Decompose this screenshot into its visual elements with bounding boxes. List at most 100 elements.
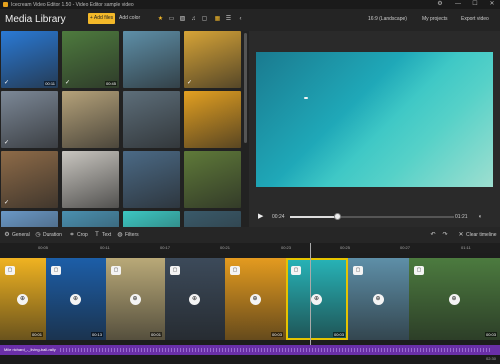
media-thumbnail[interactable] <box>62 151 119 208</box>
clip-menu-icon[interactable]: ▢ <box>414 266 424 275</box>
title-bar: Icecream Video Editor 1.50 - Video Edito… <box>0 0 500 9</box>
minimize-button[interactable]: — <box>451 0 465 9</box>
clip-menu-icon[interactable]: ▢ <box>353 266 363 275</box>
aspect-ratio-button[interactable]: 16:9 (Landscape) <box>368 14 407 25</box>
settings-icon[interactable]: ⚙ <box>433 0 447 9</box>
timeline-clip[interactable]: ▢ ⊕ <box>165 258 225 340</box>
transition-icon[interactable]: ⊕ <box>372 294 384 305</box>
general-icon: ⚙ <box>4 232 10 238</box>
duration-button[interactable]: ◷ Duration <box>35 230 62 240</box>
transition-icon[interactable]: ⊕ <box>189 294 200 305</box>
clip-menu-icon[interactable]: ▢ <box>170 266 180 275</box>
play-icon[interactable]: ▶ <box>258 212 263 222</box>
collapse-icon[interactable]: ‹ <box>236 15 245 23</box>
clip-menu-icon[interactable]: ▢ <box>5 266 15 275</box>
redo-button[interactable]: ↷ <box>442 230 450 240</box>
text-icon: T <box>95 232 99 238</box>
media-thumbnail[interactable]: ✓ 00:45 <box>62 31 119 88</box>
add-files-button[interactable]: + Add files <box>88 13 115 24</box>
video-icon[interactable]: ▭ <box>167 15 176 23</box>
transition-icon[interactable]: ⊕ <box>17 294 28 305</box>
my-projects-button[interactable]: My projects <box>422 14 448 25</box>
crop-button[interactable]: ⌗ Crop <box>69 230 88 240</box>
transition-icon[interactable]: ⊕ <box>70 294 81 305</box>
grid-icon[interactable]: ▦ <box>213 15 222 23</box>
media-thumbnail[interactable] <box>123 31 180 88</box>
maximize-button[interactable]: ☐ <box>468 0 482 9</box>
duration-label: Duration <box>43 232 62 238</box>
undo-button[interactable]: ↶ <box>430 230 438 240</box>
export-video-button[interactable]: Export video <box>461 14 489 25</box>
check-icon: ✓ <box>187 80 193 86</box>
media-thumbnail[interactable]: ✓ <box>1 151 58 208</box>
general-label: General <box>12 232 30 238</box>
library-title: Media Library <box>5 14 66 25</box>
media-thumbnail[interactable] <box>123 151 180 208</box>
timeline-ruler[interactable]: 00:05 00:11 00:17 00:21 00:23 00:25 00:2… <box>0 243 500 253</box>
image-icon[interactable]: ▨ <box>178 15 187 23</box>
media-thumbnail[interactable] <box>184 211 241 227</box>
clip-menu-icon[interactable]: ▢ <box>51 266 61 275</box>
video-preview[interactable] <box>256 52 493 187</box>
header-bar: Media Library + Add files Add color ★ ▭ … <box>0 9 500 31</box>
seek-handle[interactable] <box>334 213 341 220</box>
status-bar: 02:30 <box>0 355 500 364</box>
close-button[interactable]: ✕ <box>485 0 499 9</box>
media-thumbnail[interactable] <box>62 91 119 148</box>
clip-menu-icon[interactable]: ▢ <box>291 266 301 275</box>
audio-label: Mile richard_-_living-ball-rally <box>4 347 56 352</box>
playhead[interactable] <box>310 243 311 345</box>
media-thumbnail[interactable]: ✓ 00:11 <box>1 31 58 88</box>
ruler-tick: 00:25 <box>340 245 351 250</box>
media-thumbnail[interactable] <box>123 91 180 148</box>
media-grid: ✓ 00:11 ✓ 00:45 ✓ ✓ ✓ <box>1 31 243 227</box>
ruler-tick: 00:11 <box>100 245 110 250</box>
music-icon[interactable]: ♫ <box>189 15 198 23</box>
transition-icon[interactable]: ⊕ <box>448 294 460 305</box>
volume-icon[interactable]: ◖ <box>478 212 482 222</box>
ruler-tick: 00:23 <box>281 245 292 250</box>
audio-waveform <box>60 348 490 352</box>
timeline-clip[interactable]: ▢ ⊕ 00:03 <box>286 258 348 340</box>
filters-button[interactable]: ◍ Filters <box>117 230 139 240</box>
transition-icon[interactable]: ⊕ <box>249 294 261 305</box>
list-icon[interactable]: ☰ <box>224 15 233 23</box>
media-thumbnail[interactable]: ✓ <box>184 31 241 88</box>
audio-track[interactable]: Mile richard_-_living-ball-rally <box>0 345 500 355</box>
text-button[interactable]: T Text <box>94 230 111 240</box>
media-thumbnail[interactable] <box>62 211 119 227</box>
general-button[interactable]: ⚙ General <box>4 230 30 240</box>
media-thumbnail[interactable] <box>184 151 241 208</box>
timeline-clip[interactable]: ▢ ⊕ 00:01 <box>0 258 46 340</box>
ruler-tick: 00:17 <box>160 245 171 250</box>
add-color-button[interactable]: Add color <box>119 13 140 24</box>
video-timeline: ▢ ⊕ 00:01 ▢ ⊕ 00:13 ▢ ⊕ 00:01 ▢ ⊕ ▢ ⊕ 00:03 ▢ ⊕ 00:03 ▢ ⊕ ▢… <box>0 253 500 345</box>
timeline-clip[interactable]: ▢ ⊕ 00:03 <box>225 258 286 340</box>
ruler-tick: 00:27 <box>400 245 411 250</box>
star-icon[interactable]: ★ <box>156 15 165 23</box>
transition-icon[interactable]: ⊕ <box>129 294 141 305</box>
folder-icon[interactable]: ▢ <box>200 15 209 23</box>
filters-label: Filters <box>125 232 139 238</box>
media-thumbnail[interactable]: ✓ <box>1 91 58 148</box>
app-logo-icon <box>3 2 8 7</box>
timeline-clip[interactable]: ▢ ⊕ 00:01 <box>106 258 165 340</box>
media-thumbnail[interactable] <box>123 211 180 227</box>
clip-menu-icon[interactable]: ▢ <box>230 266 240 275</box>
seek-bar[interactable] <box>290 213 454 220</box>
ruler-tick: 00:21 <box>220 245 231 250</box>
media-thumbnail[interactable] <box>184 91 241 148</box>
transition-icon[interactable]: ⊕ <box>311 294 322 305</box>
media-thumbnail[interactable] <box>1 211 58 227</box>
seek-fill <box>290 216 338 218</box>
clip-duration: 00:01 <box>149 332 162 337</box>
clip-duration: 00:01 <box>30 332 43 337</box>
clear-timeline-button[interactable]: ✕ Clear timeline <box>458 230 497 240</box>
timeline-clip[interactable]: ▢ ⊕ <box>348 258 409 340</box>
clip-menu-icon[interactable]: ▢ <box>111 266 121 275</box>
timeline-clip[interactable]: ▢ ⊕ 00:03 <box>409 258 500 340</box>
clear-timeline-label: Clear timeline <box>466 232 497 238</box>
library-scrollbar[interactable] <box>244 33 247 143</box>
clip-duration: 00:03 <box>332 332 345 337</box>
timeline-clip[interactable]: ▢ ⊕ 00:13 <box>46 258 106 340</box>
